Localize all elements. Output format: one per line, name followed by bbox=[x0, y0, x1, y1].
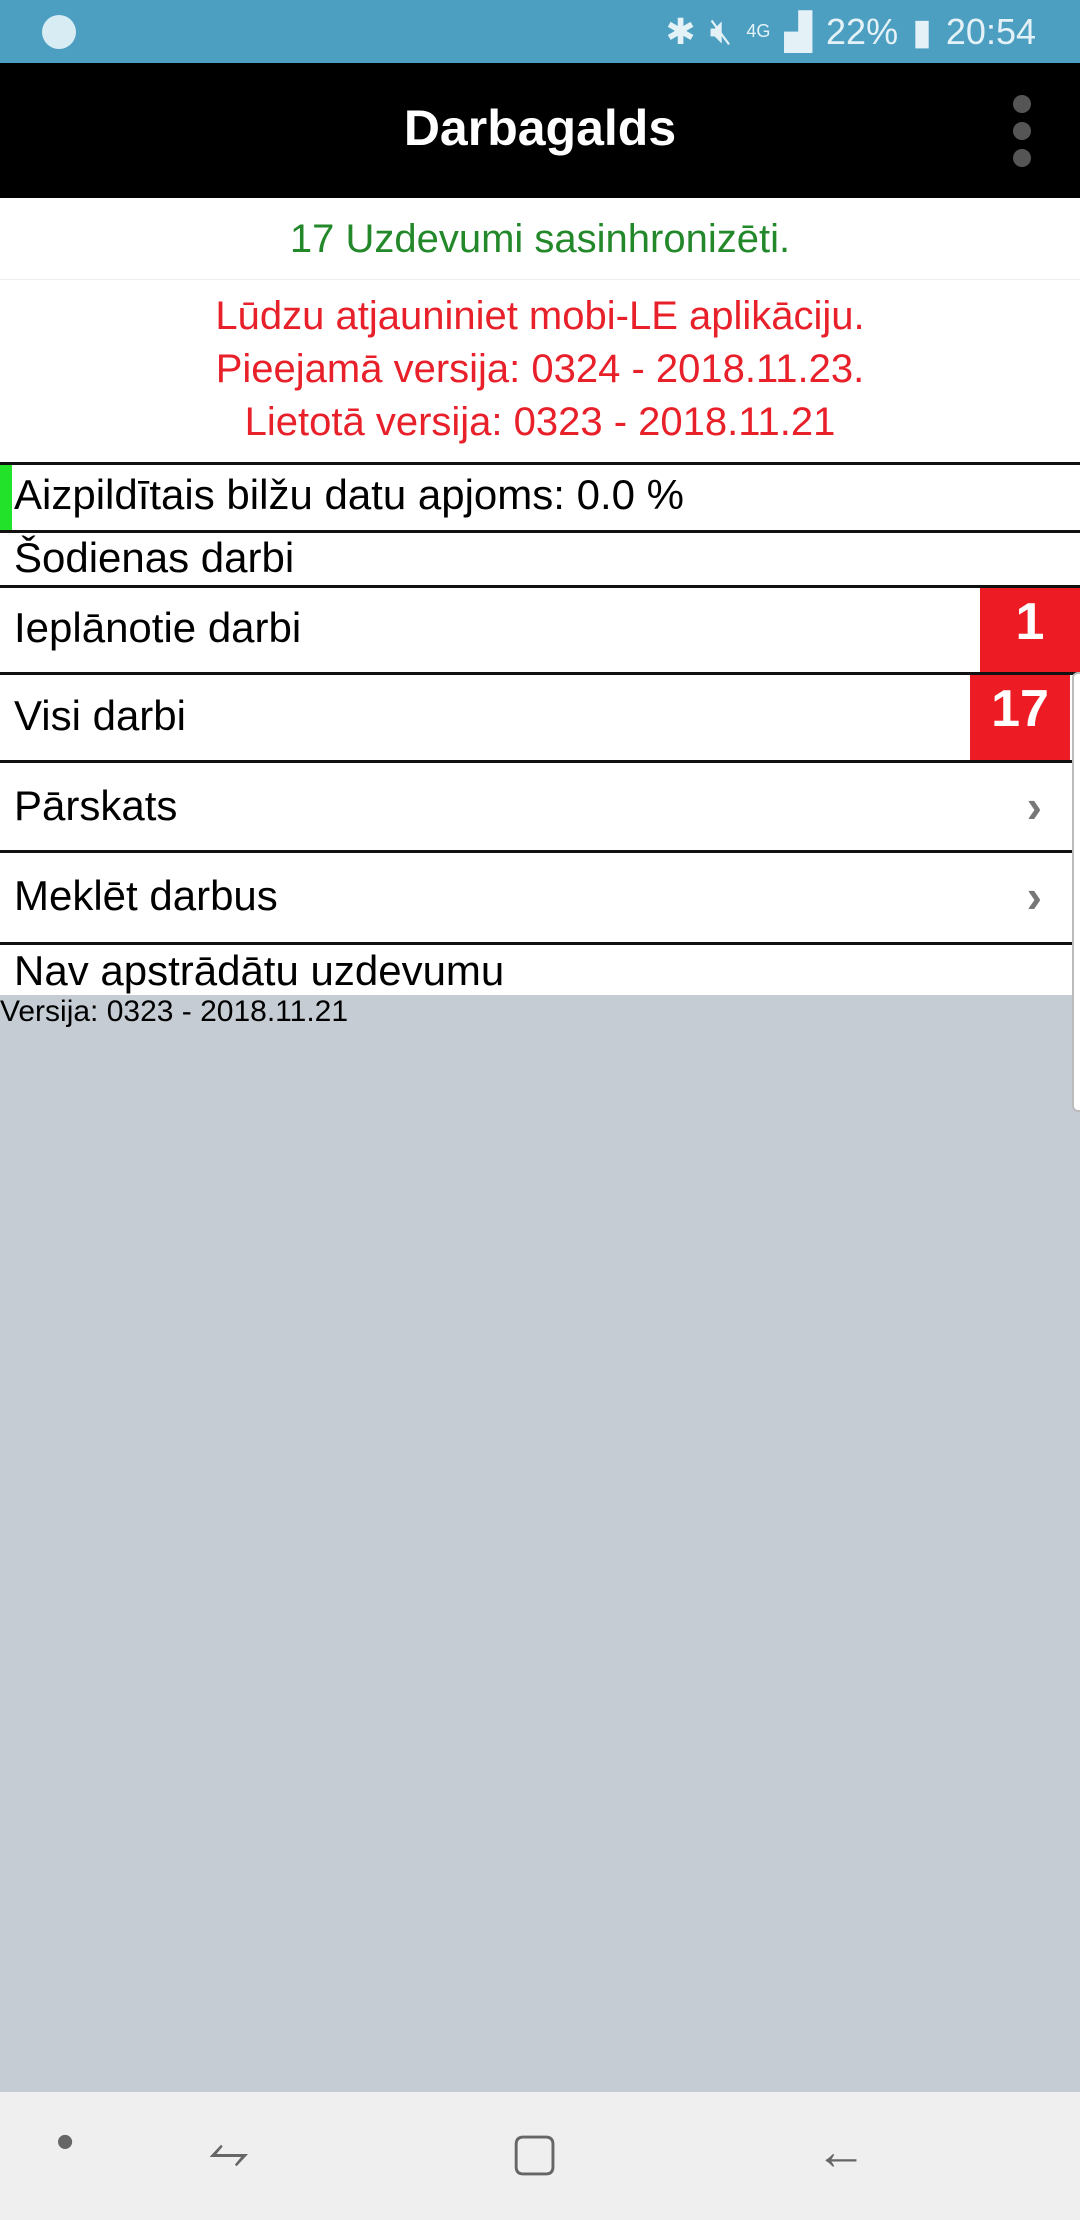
item-label: Meklēt darbus bbox=[14, 872, 278, 919]
section-label: Šodienas darbi bbox=[14, 534, 295, 581]
overflow-menu-icon[interactable] bbox=[1010, 95, 1034, 167]
signal-icon: ▟ bbox=[784, 10, 813, 52]
storage-progress: Aizpildītais bilžu datu apjoms: 0.0 % bbox=[0, 462, 1080, 530]
no-tasks: Nav apstrādātu uzdevumu bbox=[0, 942, 1080, 995]
spotify-icon bbox=[42, 15, 76, 49]
version-label: Versija: 0323 - 2018.11.21 bbox=[0, 995, 349, 1028]
battery-icon: ▮ bbox=[912, 10, 932, 52]
back-icon[interactable]: ← bbox=[815, 2122, 867, 2182]
page-title: Darbagalds bbox=[403, 100, 677, 156]
sync-message: 17 Uzdevumi sasinhronizēti. bbox=[0, 198, 1080, 280]
home-icon[interactable]: ▢ bbox=[510, 2122, 559, 2182]
list-item-all[interactable]: Visi darbi 17 bbox=[0, 672, 1080, 760]
item-label: Visi darbi bbox=[14, 692, 186, 739]
update-notice[interactable]: Lūdzu atjauniniet mobi-LE aplikāciju. Pi… bbox=[0, 290, 1080, 449]
item-label: Pārskats bbox=[14, 782, 178, 829]
storage-label: Aizpildītais bilžu datu apjoms: 0.0 % bbox=[14, 471, 685, 518]
update-line: Lūdzu atjauniniet mobi-LE aplikāciju. bbox=[215, 294, 865, 338]
network-type: 4G bbox=[746, 21, 771, 41]
progress-fill bbox=[0, 465, 12, 530]
clock: 20:54 bbox=[945, 10, 1036, 52]
list-item-overview[interactable]: Pārskats › bbox=[0, 760, 1080, 850]
scrollbar[interactable] bbox=[1072, 672, 1080, 1112]
current-version: Lietotā versija: 0323 - 2018.11.21 bbox=[244, 400, 836, 444]
status-bar: ✱ 🔇︎ 4G ▟ 22% ▮ 20:54 bbox=[0, 0, 1080, 63]
section-today: Šodienas darbi bbox=[0, 530, 1080, 585]
count-badge: 17 bbox=[970, 675, 1070, 760]
bluetooth-icon: ✱ bbox=[665, 10, 696, 52]
count-badge: 1 bbox=[980, 588, 1080, 672]
app-bar: Darbagalds bbox=[0, 63, 1080, 198]
list-item-planned[interactable]: Ieplānotie darbi 1 bbox=[0, 585, 1080, 672]
no-tasks-label: Nav apstrādātu uzdevumu bbox=[14, 947, 505, 994]
dot-icon[interactable]: • bbox=[56, 2112, 74, 2172]
chevron-right-icon: › bbox=[1026, 780, 1042, 832]
item-label: Ieplānotie darbi bbox=[14, 604, 302, 651]
list-item-search[interactable]: Meklēt darbus › bbox=[0, 850, 1080, 942]
chevron-right-icon: › bbox=[1026, 870, 1042, 922]
recents-icon[interactable]: ⥊ bbox=[208, 2122, 250, 2183]
navigation-bar: • ⥊ ▢ ← bbox=[0, 2092, 1080, 2220]
mute-icon: 🔇︎ bbox=[709, 10, 733, 51]
battery-percent: 22% bbox=[826, 10, 899, 52]
available-version: Pieejamā versija: 0324 - 2018.11.23. bbox=[215, 347, 865, 391]
